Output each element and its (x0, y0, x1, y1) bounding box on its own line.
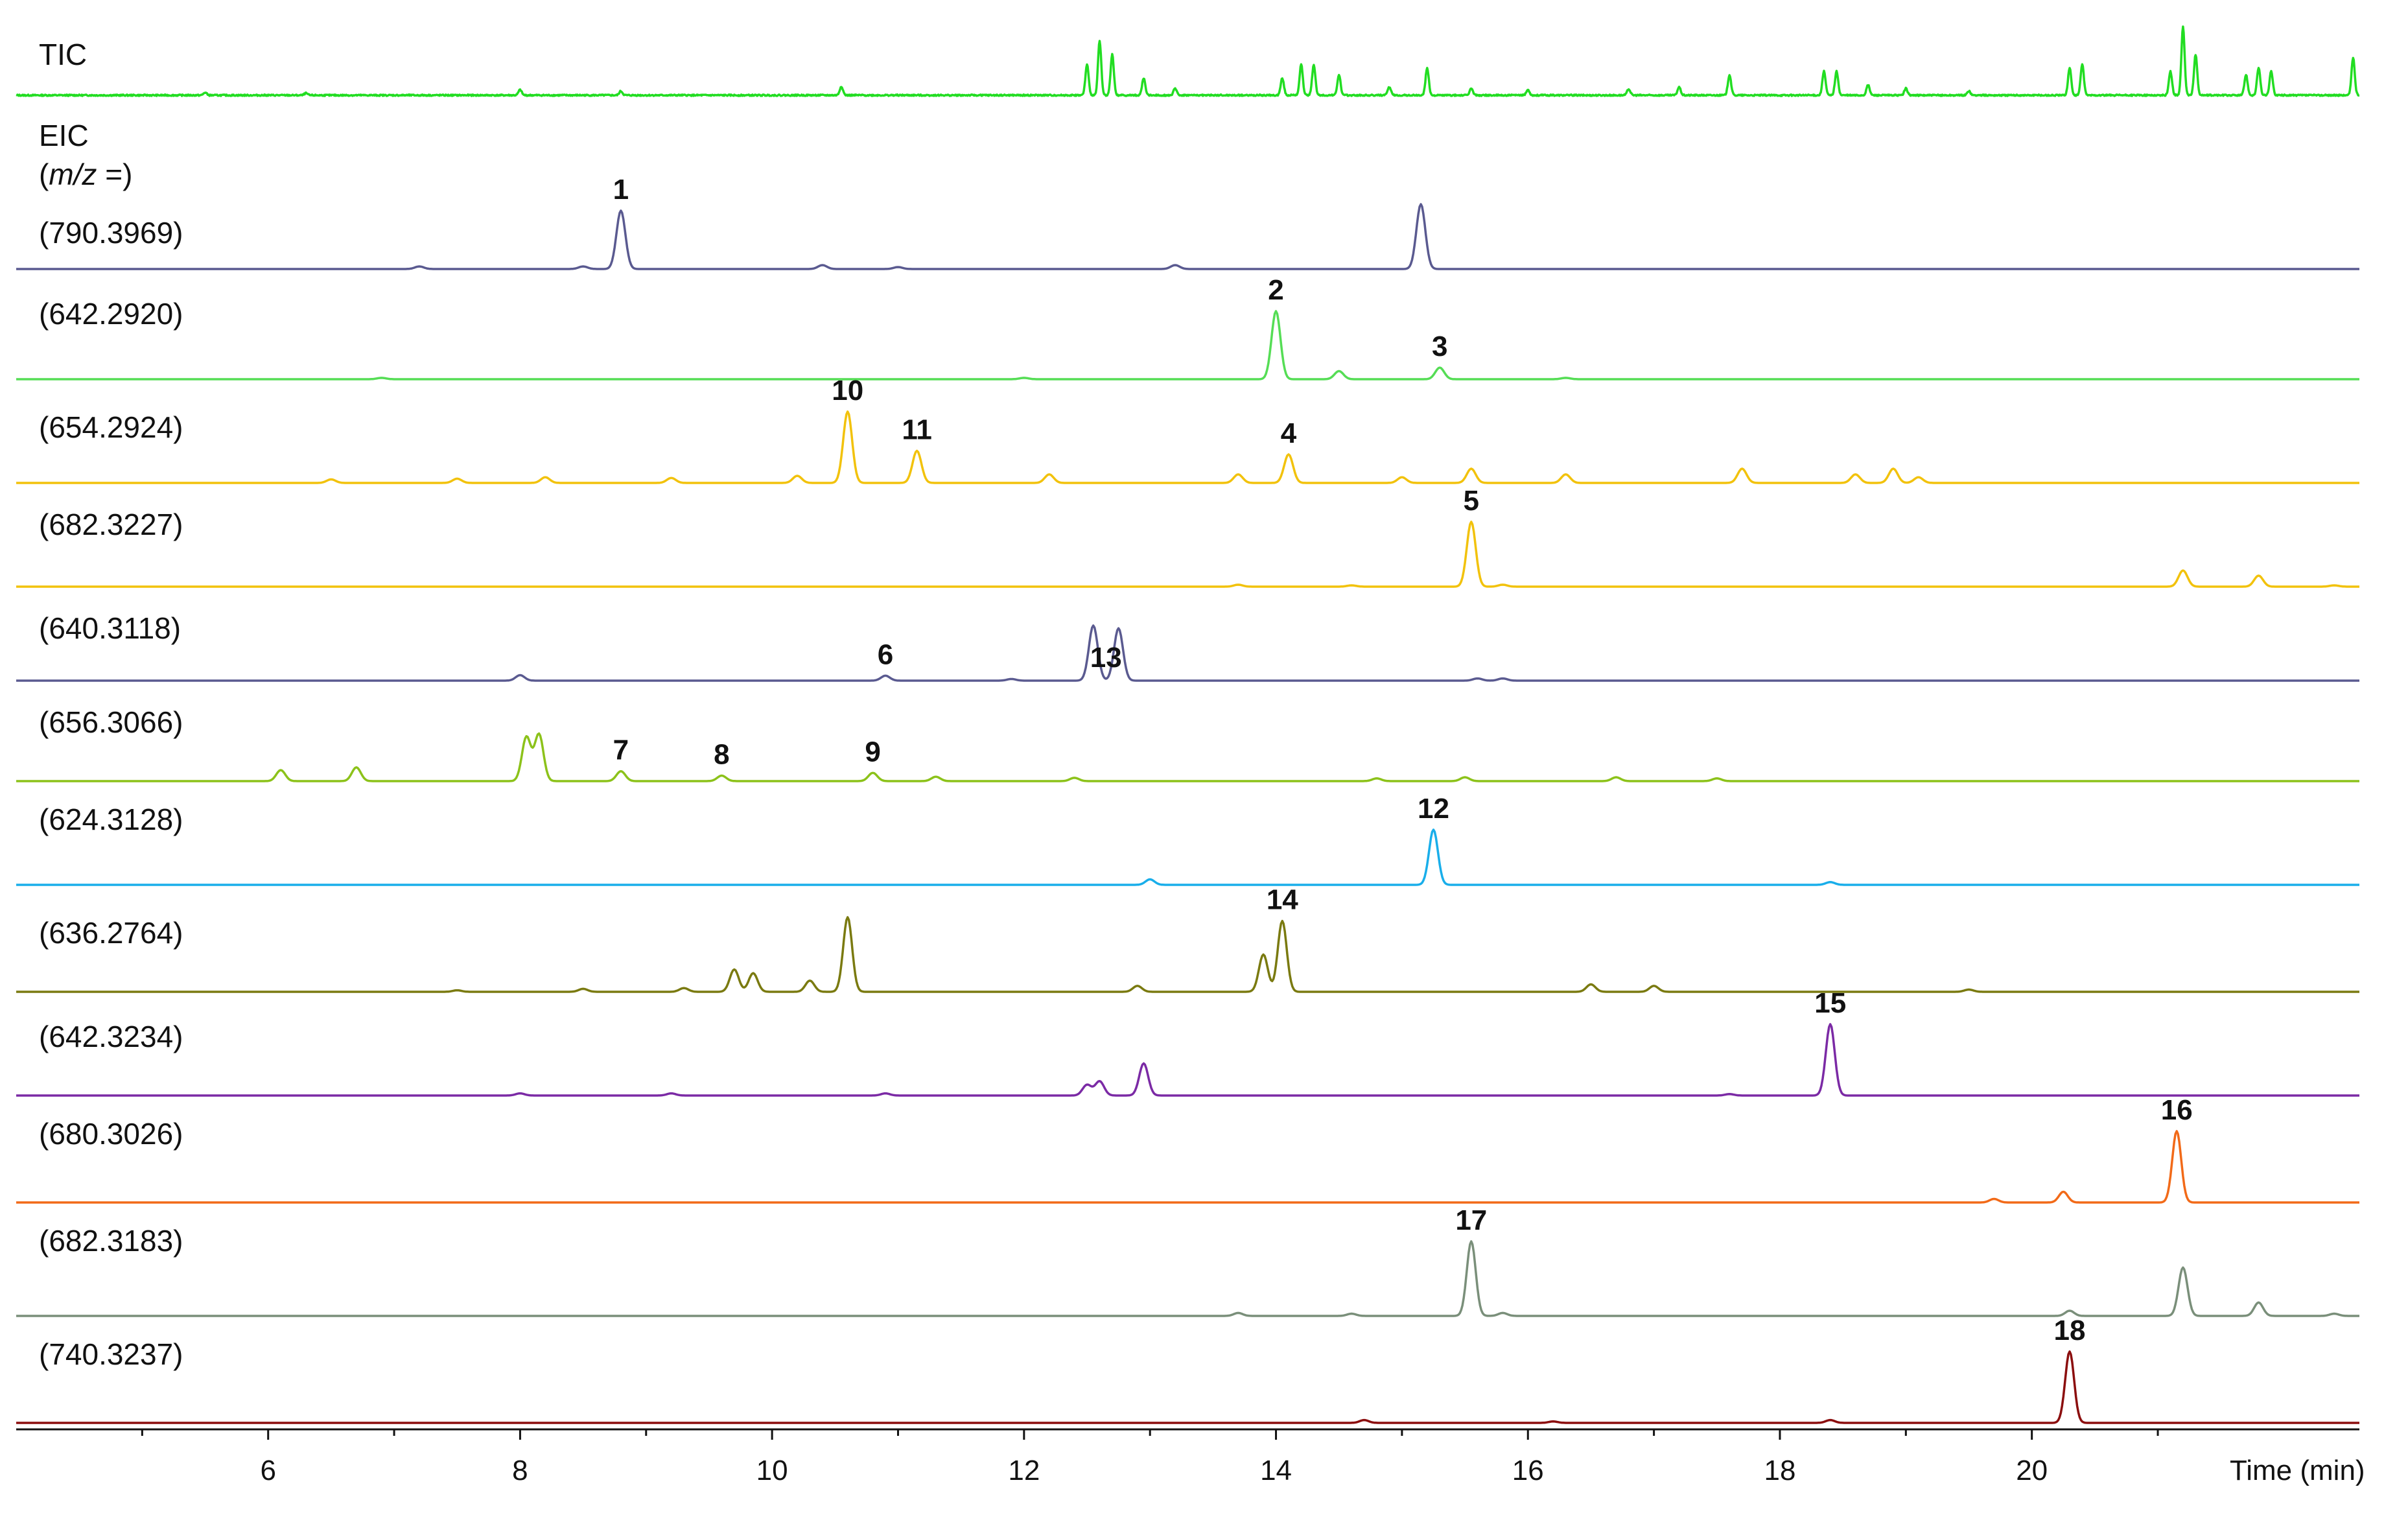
t640-trace-line (16, 624, 2359, 682)
t790-trace-line (16, 203, 2359, 270)
peak-label-2: 2 (1268, 274, 1283, 306)
eic-mz-label: (m/z =) (39, 158, 132, 191)
t624-trace-line (16, 828, 2359, 886)
t624-label: (624.3128) (39, 803, 183, 836)
x-tick-label: 16 (1512, 1455, 1544, 1486)
x-tick-label: 20 (2016, 1455, 2048, 1486)
peak-label-6: 6 (878, 639, 893, 670)
peak-label-13: 13 (1090, 642, 1122, 674)
x-tick-label: 10 (756, 1455, 788, 1486)
t680-label: (680.3026) (39, 1117, 183, 1151)
t682a-label: (682.3227) (39, 508, 183, 541)
t682a-trace-line (16, 521, 2359, 588)
t636-trace-line (16, 916, 2359, 993)
t656-label: (656.3066) (39, 705, 183, 739)
tic-trace-line (16, 25, 2360, 97)
x-tick-label: 8 (512, 1455, 528, 1486)
t680-trace-line (16, 1130, 2359, 1204)
x-tick-label: 12 (1008, 1455, 1040, 1486)
x-tick-label: 18 (1764, 1455, 1795, 1486)
peak-label-9: 9 (865, 736, 880, 768)
t654-trace-line (16, 410, 2359, 484)
t682b-trace-line (16, 1240, 2359, 1317)
peak-label-3: 3 (1432, 331, 1447, 362)
peak-label-18: 18 (2054, 1315, 2086, 1346)
t656-trace-line (16, 732, 2359, 782)
peak-label-17: 17 (1455, 1204, 1487, 1236)
t642b-label: (642.3234) (39, 1020, 183, 1053)
peak-label-12: 12 (1418, 793, 1449, 825)
t642a-label: (642.2920) (39, 297, 183, 331)
peak-label-1: 1 (613, 174, 629, 205)
peak-label-4: 4 (1281, 417, 1297, 449)
t654-label: (654.2924) (39, 410, 183, 444)
peak-label-7: 7 (613, 734, 629, 766)
t640-label: (640.3118) (39, 611, 181, 645)
t642a-trace-line (16, 310, 2359, 381)
eic-chromatogram-chart: TIC EIC (m/z =) (790.3969) (642.2920) (654.29… (16, 25, 2365, 1486)
tic-label: TIC (39, 38, 87, 71)
t740-trace-line (16, 1350, 2359, 1424)
peak-label-8: 8 (714, 739, 729, 771)
t682b-label: (682.3183) (39, 1224, 183, 1258)
x-axis-title: Time (min) (2230, 1455, 2365, 1486)
x-axis-ticks: 6 8 10 12 14 16 18 20 (141, 1429, 2159, 1486)
t790-label: (790.3969) (39, 216, 183, 250)
x-tick-label: 6 (260, 1455, 275, 1486)
t642b-trace-line (16, 1023, 2359, 1097)
peak-label-16: 16 (2161, 1094, 2193, 1126)
peak-label-11: 11 (902, 414, 932, 446)
t740-label: (740.3237) (39, 1337, 183, 1371)
peak-label-15: 15 (1814, 987, 1846, 1019)
traces-group (16, 25, 2360, 1424)
t636-label: (636.2764) (39, 916, 183, 950)
x-axis: 6 8 10 12 14 16 18 20 Time (min) (16, 1428, 2365, 1486)
eic-label: EIC (39, 119, 89, 152)
x-tick-label: 14 (1260, 1455, 1292, 1486)
peak-label-10: 10 (832, 375, 863, 406)
peak-label-5: 5 (1464, 485, 1479, 517)
peak-annotations-group: 1231011 456 137 8 9121415161718 (613, 174, 2193, 1346)
trace-labels-group: TIC EIC (m/z =) (790.3969) (642.2920) (654.29… (39, 38, 183, 1371)
peak-label-14: 14 (1267, 884, 1298, 916)
